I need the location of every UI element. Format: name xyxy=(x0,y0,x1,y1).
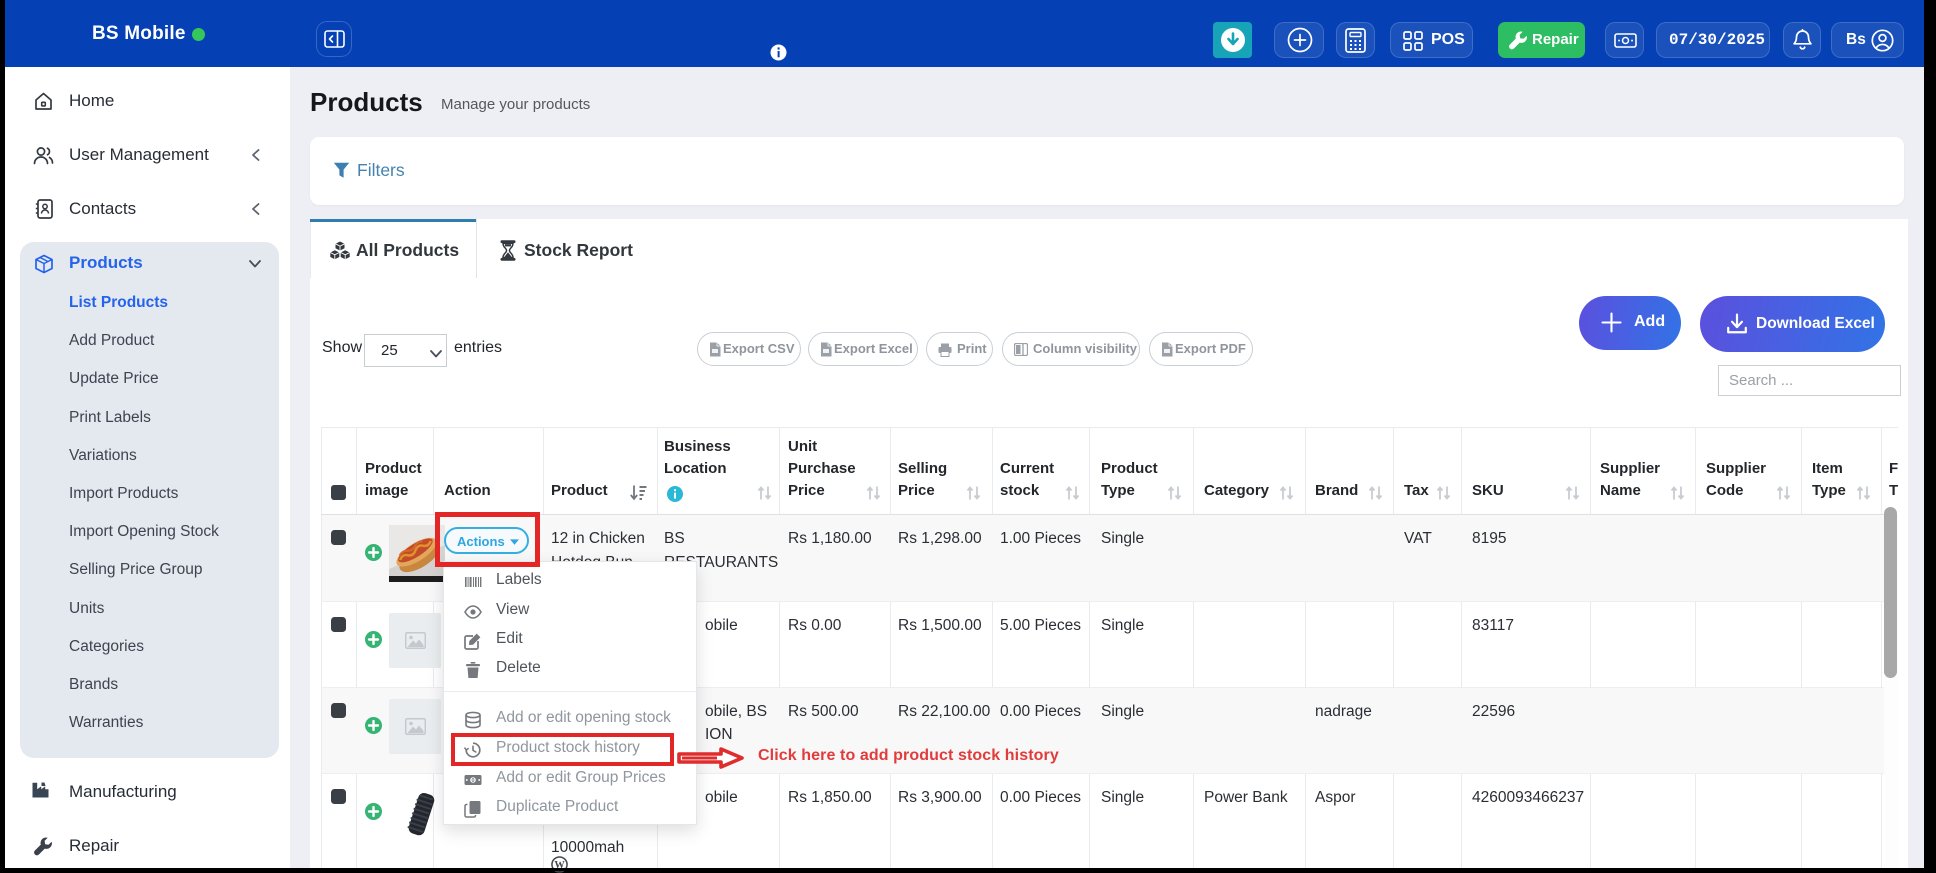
svg-text:0: 0 xyxy=(471,778,474,784)
